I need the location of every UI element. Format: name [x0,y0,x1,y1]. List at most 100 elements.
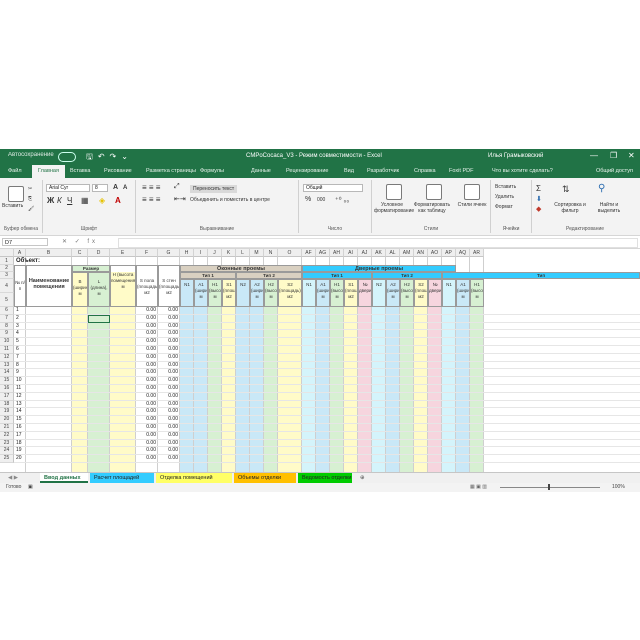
column-header-am[interactable]: AM [400,249,414,257]
row-index-cell[interactable]: 2 [14,315,26,323]
column-header-k[interactable]: K [222,249,236,257]
row-header[interactable]: 7 [0,314,14,323]
bold-button[interactable]: Ж [47,196,54,205]
grow-font-button[interactable]: A [113,184,118,191]
column-header-ao[interactable]: AO [428,249,442,257]
row-index-cell[interactable]: 11 [14,385,26,393]
column-header-af[interactable]: AF [302,249,316,257]
column-header-aq[interactable]: AQ [456,249,470,257]
row-header[interactable]: 18 [0,400,14,409]
autosave-toggle[interactable] [58,152,76,162]
row-index-cell[interactable]: 15 [14,416,26,424]
wall-area-cell[interactable]: 0.00 [158,455,180,463]
fill-color-icon[interactable]: ◈ [99,196,105,205]
wall-area-cell[interactable]: 0.00 [158,416,180,424]
tab-insert[interactable]: Вставка [70,168,90,174]
tab-help[interactable]: Справка [414,168,436,174]
sheet-tab[interactable]: Ведомость отделки [298,473,352,483]
column-header-b[interactable]: B [26,249,72,257]
wrap-text-button[interactable]: Переносить текст [190,185,238,193]
row-header[interactable]: 5 [0,293,14,307]
decimal-icon[interactable]: ⁺⁰ ₀₀ [335,196,349,204]
column-header-e[interactable]: E [110,249,136,257]
row-header[interactable]: 11 [0,346,14,354]
column-header-i[interactable]: I [194,249,208,257]
tab-data[interactable]: Данные [251,168,271,174]
view-buttons[interactable]: ▦ ▣ ▥ [470,484,487,490]
row-index-cell[interactable]: 13 [14,401,26,409]
sheet-tab[interactable]: Объемы отделки [234,473,296,483]
wall-area-cell[interactable]: 0.00 [158,440,180,448]
tab-draw[interactable]: Рисование [104,168,132,174]
wall-area-cell[interactable]: 0.00 [158,401,180,409]
row-index-cell[interactable]: 12 [14,393,26,401]
cell-styles-button[interactable]: Стили ячеек [456,202,488,208]
sort-filter-button[interactable]: Сортировка и фильтр [550,202,590,214]
user-name[interactable]: Илья Грамыковский [488,153,543,159]
wall-area-cell[interactable]: 0.00 [158,315,180,323]
column-header-ag[interactable]: AG [316,249,330,257]
tab-file[interactable]: Файл [8,168,22,174]
row-header[interactable]: 3 [0,272,14,279]
floor-area-cell[interactable]: 0.00 [136,447,158,455]
column-header-l[interactable]: L [236,249,250,257]
italic-button[interactable]: К [57,196,62,205]
row-index-cell[interactable]: 16 [14,424,26,432]
column-header-d[interactable]: D [88,249,110,257]
indent-icon[interactable]: ⇤⇥ [174,195,186,203]
wall-area-cell[interactable]: 0.00 [158,447,180,455]
close-button[interactable]: ✕ [628,151,635,160]
sheet-nav-arrows[interactable]: ◀ ▶ [4,473,22,483]
column-header-n[interactable]: N [264,249,278,257]
number-format-select[interactable]: Общий [303,184,363,192]
row-index-cell[interactable]: 20 [14,455,26,463]
tab-page-layout[interactable]: Разметка страницы [146,168,196,174]
sheet-tab[interactable]: Отделка помещений [156,473,232,483]
copy-icon[interactable]: ⎘ [28,196,32,202]
row-header[interactable]: 22 [0,431,14,440]
column-header-ai[interactable]: AI [344,249,358,257]
conditional-format-button[interactable]: Условное форматирование [374,202,414,214]
tab-developer[interactable]: Разработчик [367,168,399,174]
clear-icon[interactable]: ◆ [536,205,541,213]
tab-formulas[interactable]: Формулы [200,168,224,174]
wall-area-cell[interactable]: 0.00 [158,424,180,432]
row-header[interactable]: 23 [0,439,14,448]
merge-center-button[interactable]: Объединить и поместить в центре [190,197,270,203]
floor-area-cell[interactable]: 0.00 [136,424,158,432]
wall-area-cell[interactable]: 0.00 [158,307,180,315]
font-name-select[interactable]: Arial Cyr [46,184,90,192]
zoom-level[interactable]: 100% [612,484,625,490]
row-header[interactable]: 10 [0,338,14,346]
sheet-tab[interactable]: Ввод данных [40,473,88,483]
wall-area-cell[interactable]: 0.00 [158,346,180,354]
floor-area-cell[interactable]: 0.00 [136,362,158,370]
row-index-cell[interactable]: 14 [14,408,26,416]
borders-icon[interactable]: ▦ [81,196,89,205]
row-header[interactable]: 16 [0,385,14,393]
floor-area-cell[interactable]: 0.00 [136,354,158,362]
thousands-button[interactable]: 000 [317,197,325,203]
format-cells-button[interactable]: Формат [495,204,513,210]
row-header[interactable]: 17 [0,392,14,401]
floor-area-cell[interactable]: 0.00 [136,385,158,393]
minimize-button[interactable]: — [590,151,598,160]
wall-area-cell[interactable]: 0.00 [158,377,180,385]
font-color-icon[interactable]: A [115,196,121,205]
format-table-icon[interactable] [426,184,442,200]
wall-area-cell[interactable]: 0.00 [158,408,180,416]
align-top-icon[interactable]: ≡ ≡ ≡ [142,183,160,192]
tab-review[interactable]: Рецензирование [286,168,328,174]
row-header[interactable]: 19 [0,408,14,417]
floor-area-cell[interactable]: 0.00 [136,408,158,416]
row-index-cell[interactable]: 3 [14,323,26,331]
floor-area-cell[interactable]: 0.00 [136,307,158,315]
column-header-ap[interactable]: AP [442,249,456,257]
quick-access-toolbar[interactable]: 🖫↶↷⌄ [86,151,133,165]
row-header[interactable]: 4 [0,279,14,293]
delete-cells-button[interactable]: Удалить [495,194,514,200]
select-all-corner[interactable] [0,249,14,257]
row-index-cell[interactable]: 7 [14,354,26,362]
column-header-o[interactable]: O [278,249,302,257]
row-index-cell[interactable]: 5 [14,338,26,346]
